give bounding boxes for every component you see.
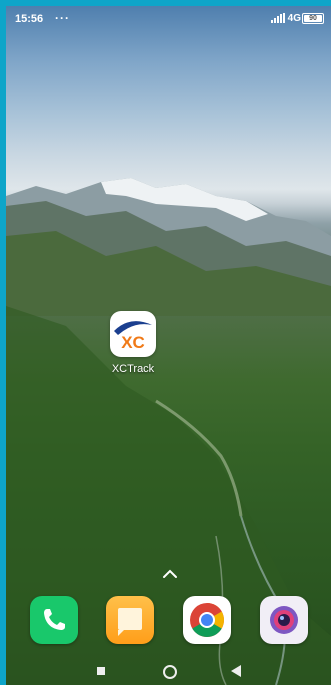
home-screen: 15:56 ··· 4G 90 XC XCTrack (6, 6, 331, 685)
navigation-bar (6, 658, 331, 685)
app-label: XCTrack (111, 363, 155, 375)
chevron-up-icon[interactable] (162, 569, 178, 579)
chrome-icon (190, 603, 224, 637)
notes-icon (118, 608, 142, 636)
phone-app[interactable] (30, 596, 78, 644)
camera-app[interactable] (260, 596, 308, 644)
camera-icon (270, 606, 298, 634)
more-notifications-icon: ··· (55, 11, 70, 25)
signal-icon (271, 13, 285, 23)
status-bar: 15:56 ··· 4G 90 (6, 6, 331, 32)
phone-icon (44, 609, 65, 630)
wallpaper-mountains (6, 176, 331, 316)
app-xctrack[interactable]: XC XCTrack (108, 311, 158, 375)
svg-text:XC: XC (121, 333, 145, 352)
battery-level: 90 (309, 15, 317, 22)
notes-app[interactable] (106, 596, 154, 644)
dock (6, 596, 331, 648)
battery-icon: 90 (302, 13, 324, 24)
back-icon[interactable] (231, 665, 242, 677)
recents-icon[interactable] (97, 667, 105, 675)
home-icon[interactable] (163, 665, 177, 679)
chrome-app[interactable] (183, 596, 231, 644)
xctrack-icon: XC (110, 311, 156, 357)
network-type: 4G (287, 13, 301, 24)
clock: 15:56 (15, 13, 44, 25)
